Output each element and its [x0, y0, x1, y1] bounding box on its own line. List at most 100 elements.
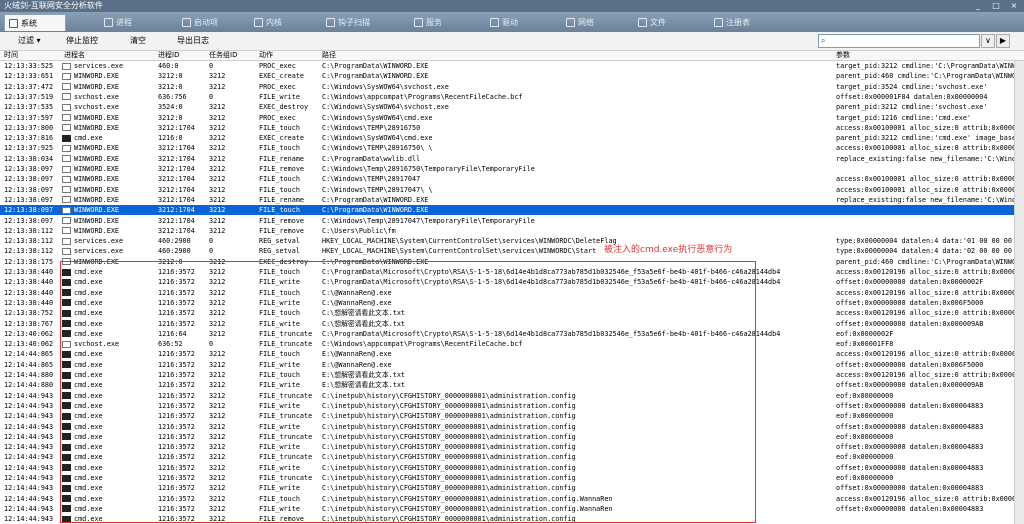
table-row[interactable]: 12:13:38:112 WINWORD.EXE 3212:1704 3212 FILE…	[0, 226, 1024, 236]
header-tid[interactable]: 任务组ID	[209, 51, 237, 60]
table-row[interactable]: 12:13:37:472 WINWORD.EXE 3212:0 3212 PROC_ex…	[0, 82, 1024, 92]
table-row[interactable]: 12:13:38:097 WINWORD.EXE 3212:1704 3212 FILE…	[0, 174, 1024, 184]
row-process: WINWORD.EXE	[74, 113, 120, 122]
header-process[interactable]: 进程名	[64, 51, 85, 60]
clear-button[interactable]: 清空	[130, 35, 146, 47]
row-process: services.exe	[74, 247, 124, 256]
row-tid: 3212	[209, 134, 226, 143]
header-params[interactable]: 参数	[836, 51, 850, 60]
tab-service[interactable]: 服务	[410, 14, 472, 31]
network-icon	[566, 18, 575, 27]
tab-label: 内核	[266, 18, 282, 27]
table-row[interactable]: 12:13:37:800 WINWORD.EXE 3212:1704 3212 FILE…	[0, 123, 1024, 133]
row-process: WINWORD.EXE	[74, 154, 120, 163]
header-action[interactable]: 动作	[259, 51, 273, 60]
table-row[interactable]: 12:13:37:816 cmd.exe 1216:0 3212 EXEC_create…	[0, 133, 1024, 143]
table-row[interactable]: 12:13:38:097 WINWORD.EXE 3212:1704 3212 FILE…	[0, 185, 1024, 195]
row-tid: 3212	[209, 154, 226, 163]
row-pid: 3212:1704	[158, 216, 195, 225]
table-row[interactable]: 12:13:38:112 services.exe 460:2900 0 REG_set…	[0, 246, 1024, 256]
monitor-icon	[9, 19, 18, 28]
row-params: access:0x00100001 alloc_size:0 attrib:0x…	[836, 144, 1014, 153]
row-action: FILE_touch	[259, 144, 300, 153]
table-row[interactable]: 12:13:37:535 svchost.exe 3524:0 3212 EXEC_de…	[0, 102, 1024, 112]
close-button[interactable]: ×	[1006, 1, 1022, 11]
row-params: access:0x00120196 alloc_size:0 attrib:0x…	[836, 268, 1014, 276]
row-time: 12:13:33:651	[4, 72, 54, 81]
row-pid: 636:756	[158, 92, 187, 101]
search-input[interactable]: ⌕	[818, 34, 980, 48]
export-log-button[interactable]: 导出日志	[177, 35, 209, 47]
tab-kernel[interactable]: 内核	[250, 14, 308, 31]
row-time: 12:14:44:943	[4, 494, 54, 503]
table-row[interactable]: 12:13:38:112 services.exe 460:2900 0 REG_set…	[0, 236, 1024, 246]
process-icon	[104, 18, 113, 27]
table-row[interactable]: 12:13:33:525 services.exe 460:0 0 PROC_exec C…	[0, 61, 1024, 71]
search-dropdown-button[interactable]: ∨	[981, 34, 995, 48]
header-pid[interactable]: 进程ID	[158, 51, 179, 60]
search-go-button[interactable]: ▶	[996, 34, 1010, 48]
tab-startup[interactable]: 启动项	[178, 14, 236, 31]
tab-label: 驱动	[502, 18, 518, 27]
row-path: C:\ProgramData\WINWORD.EXE	[322, 206, 429, 215]
row-params: access:0x00100001 alloc_size:0 attrib:0x…	[836, 185, 1014, 194]
row-params: offset:0x00000000 datalen:0x00004883	[836, 422, 984, 431]
row-pid: 3212:0	[158, 72, 183, 81]
row-time: 12:13:38:440	[4, 278, 54, 287]
service-icon	[414, 18, 423, 27]
filter-button[interactable]: 过滤 ▾	[18, 35, 41, 47]
row-path: HKEY_LOCAL_MACHINE\System\CurrentControl…	[322, 247, 597, 256]
row-process: WINWORD.EXE	[74, 72, 120, 81]
row-action: FILE_touch	[259, 206, 300, 215]
exe-process-icon	[62, 124, 71, 132]
tab-file[interactable]: 文件	[634, 14, 696, 31]
table-row[interactable]: 12:13:38:097 WINWORD.EXE 3212:1704 3212 FILE…	[0, 195, 1024, 205]
tab-monitor[interactable]: 系统	[4, 14, 66, 31]
table-row[interactable]: 12:13:33:651 WINWORD.EXE 3212:0 3212 EXEC_cr…	[0, 71, 1024, 81]
row-process: WINWORD.EXE	[74, 144, 120, 153]
row-time: 12:13:38:097	[4, 175, 54, 184]
row-process: WINWORD.EXE	[74, 195, 120, 204]
tab-process[interactable]: 进程	[100, 14, 158, 31]
table-row[interactable]: 12:13:37:925 WINWORD.EXE 3212:1704 3212 FILE…	[0, 143, 1024, 153]
tab-driver[interactable]: 驱动	[486, 14, 548, 31]
row-params: access:0x00100001 alloc_size:0 attrib:0x…	[836, 123, 1014, 132]
exe-process-icon	[62, 217, 71, 224]
row-action: PROC_exec	[259, 82, 296, 91]
row-time: 12:13:38:752	[4, 309, 54, 318]
row-time: 12:13:38:097	[4, 195, 54, 204]
tab-hook[interactable]: 钩子扫描	[322, 14, 392, 31]
row-process: services.exe	[74, 237, 124, 246]
row-tid: 3212	[209, 113, 226, 122]
header-time[interactable]: 时间	[4, 51, 18, 60]
tab-registry[interactable]: 注册表	[710, 14, 776, 31]
row-tid: 3212	[209, 72, 226, 81]
row-params: offset:0x00000000 datalen:0x00004883	[836, 443, 984, 452]
row-path: HKEY_LOCAL_MACHINE\System\CurrentControl…	[322, 237, 617, 246]
minimize-button[interactable]: _	[970, 1, 986, 11]
stop-monitor-button[interactable]: 停止监控	[66, 35, 98, 47]
tab-network[interactable]: 网络	[562, 14, 620, 31]
table-row[interactable]: 12:13:38:034 WINWORD.EXE 3212:1704 3212 FILE…	[0, 154, 1024, 164]
maximize-button[interactable]: □	[988, 1, 1004, 11]
row-pid: 3212:1704	[158, 144, 195, 153]
row-time: 12:14:44:943	[4, 443, 54, 452]
vertical-scrollbar[interactable]	[1014, 61, 1024, 524]
table-row[interactable]: 12:13:37:519 svchost.exe 636:756 0 FILE_writ…	[0, 92, 1024, 102]
row-params: eof:0x00000000	[836, 391, 894, 400]
table-row[interactable]: 12:13:38:097 WINWORD.EXE 3212:1704 3212 FILE…	[0, 205, 1024, 216]
row-time: 12:13:38:097	[4, 185, 54, 194]
row-params: eof:0x00000000	[836, 412, 894, 421]
row-time: 12:14:44:943	[4, 391, 54, 400]
row-path: C:\Windows\SysWOW64\svchost.exe	[322, 103, 449, 112]
header-path[interactable]: 路径	[322, 51, 336, 60]
table-row[interactable]: 12:13:37:597 WINWORD.EXE 3212:0 3212 PROC_ex…	[0, 113, 1024, 123]
table-row[interactable]: 12:13:38:097 WINWORD.EXE 3212:1704 3212 FILE…	[0, 164, 1024, 174]
table-row[interactable]: 12:13:38:097 WINWORD.EXE 3212:1704 3212 FILE…	[0, 216, 1024, 226]
row-tid: 3212	[209, 82, 226, 91]
row-time: 12:14:44:943	[4, 453, 54, 462]
row-tid: 3212	[209, 103, 226, 112]
exe-process-icon	[62, 114, 71, 121]
row-params: access:0x00120196 alloc_size:0 attrib:0x…	[836, 309, 1014, 318]
row-params: replace_existing:false new_filename:'C:\…	[836, 154, 1014, 163]
